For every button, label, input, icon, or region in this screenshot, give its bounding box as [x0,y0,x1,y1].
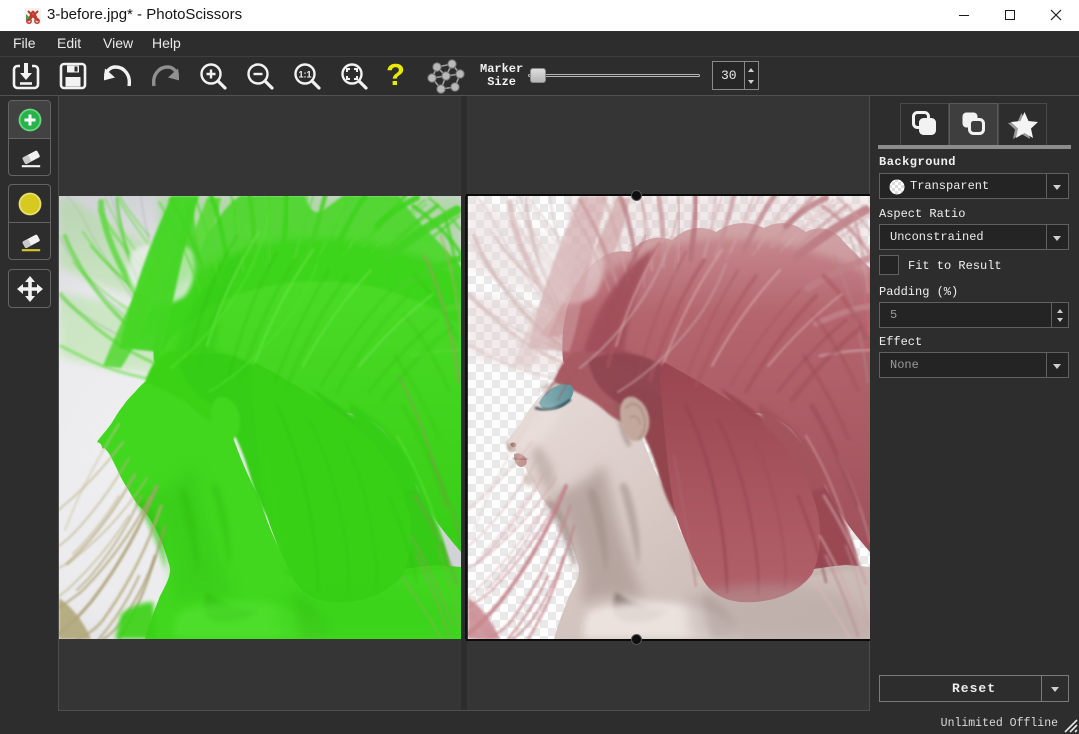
svg-text:1:1: 1:1 [298,70,311,80]
